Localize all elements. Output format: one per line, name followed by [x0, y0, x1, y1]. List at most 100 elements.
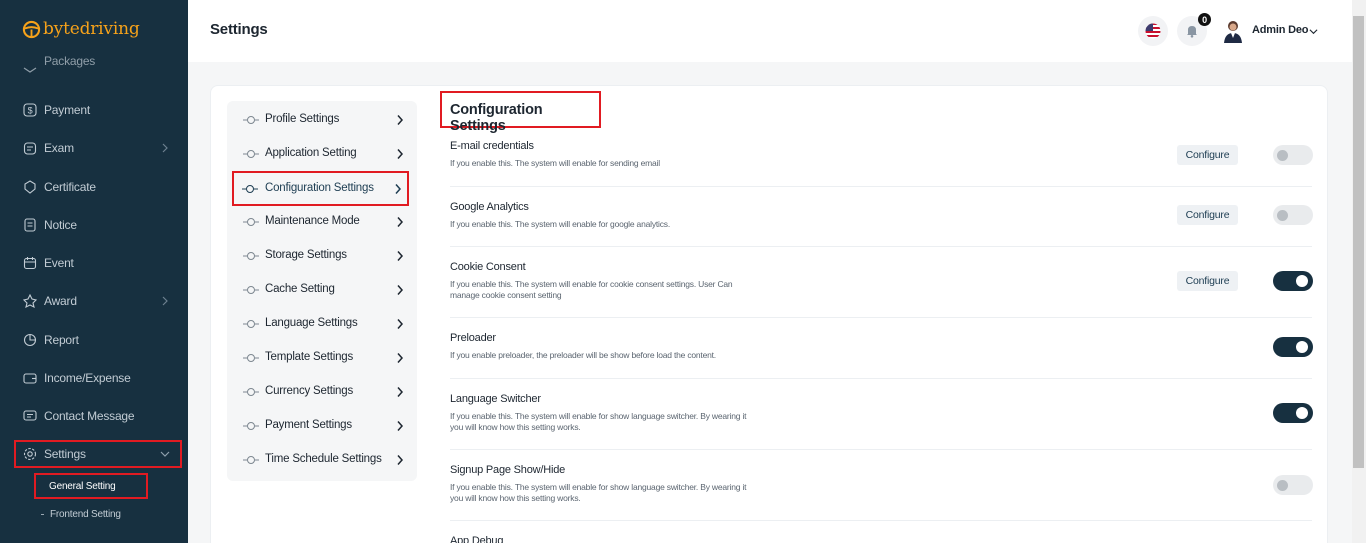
- sidebar: bytedriving Packages $ Payment Exam Cert…: [0, 0, 188, 543]
- page-scrollbar[interactable]: [1352, 0, 1366, 543]
- node-icon: [243, 456, 259, 464]
- wallet-icon: [23, 373, 37, 384]
- chevron-right-icon: [397, 455, 404, 465]
- node-icon: [243, 354, 259, 362]
- toggle-switch[interactable]: [1273, 145, 1313, 165]
- row-title: E-mail credentials: [450, 140, 534, 152]
- sidebar-item-report[interactable]: Report: [14, 326, 182, 354]
- menu-item-language-settings[interactable]: Language Settings: [227, 309, 417, 339]
- menu-item-time-schedule-settings[interactable]: Time Schedule Settings: [227, 445, 417, 475]
- toggle-switch[interactable]: [1273, 205, 1313, 225]
- sidebar-item-label: Income/Expense: [44, 371, 131, 385]
- calendar-icon: [23, 257, 37, 270]
- menu-item-storage-settings[interactable]: Storage Settings: [227, 241, 417, 271]
- sidebar-item-exam[interactable]: Exam: [14, 134, 182, 162]
- row-description: If you enable this. The system will enab…: [450, 219, 670, 229]
- sidebar-item-income-expense[interactable]: Income/Expense: [14, 364, 182, 392]
- toggle-switch[interactable]: [1273, 271, 1313, 291]
- sidebar-subitem-general-setting[interactable]: General Setting: [34, 473, 148, 499]
- menu-item-maintenance-mode[interactable]: Maintenance Mode: [227, 207, 417, 237]
- menu-item-profile-settings[interactable]: Profile Settings: [227, 105, 417, 135]
- chevron-down-icon[interactable]: [1309, 27, 1318, 36]
- row-title: Cookie Consent: [450, 261, 526, 273]
- row-title: Preloader: [450, 332, 496, 344]
- bullet-icon: [41, 513, 44, 515]
- svg-text:$: $: [28, 106, 33, 116]
- menu-item-label: Cache Setting: [265, 283, 335, 295]
- page-title: Settings: [210, 21, 268, 38]
- scrollbar-thumb[interactable]: [1353, 16, 1364, 468]
- row-description: If you enable preloader, the preloader w…: [450, 350, 716, 360]
- certificate-icon: [24, 180, 36, 194]
- row-description: If you enable this. The system will enab…: [450, 158, 660, 168]
- report-icon: [23, 333, 37, 347]
- sidebar-item-payment[interactable]: $ Payment: [14, 96, 182, 124]
- menu-item-configuration-settings[interactable]: Configuration Settings: [232, 171, 409, 206]
- menu-item-application-setting[interactable]: Application Setting: [227, 139, 417, 169]
- menu-item-currency-settings[interactable]: Currency Settings: [227, 377, 417, 407]
- sidebar-item-label: Settings: [44, 447, 86, 461]
- chevron-down-icon: [160, 451, 170, 457]
- package-icon: [23, 67, 37, 73]
- sidebar-item-notice[interactable]: Notice: [14, 211, 182, 239]
- menu-item-label: Storage Settings: [265, 249, 347, 261]
- sidebar-subitem-frontend-setting[interactable]: Frontend Setting: [41, 501, 121, 527]
- menu-item-cache-setting[interactable]: Cache Setting: [227, 275, 417, 305]
- toggle-switch[interactable]: [1273, 403, 1313, 423]
- sidebar-item-contact-message[interactable]: Contact Message: [14, 402, 182, 430]
- menu-item-label: Maintenance Mode: [265, 215, 360, 227]
- divider: [450, 317, 1312, 318]
- node-icon: [243, 116, 259, 124]
- message-icon: [23, 410, 37, 421]
- sidebar-item-packages[interactable]: Packages: [14, 54, 182, 74]
- sidebar-item-label: Payment: [44, 103, 90, 117]
- node-icon: [242, 185, 258, 193]
- row-title: App Debug: [450, 535, 504, 543]
- sidebar-subitem-label: Frontend Setting: [50, 508, 121, 520]
- node-icon: [243, 286, 259, 294]
- sidebar-item-label: Contact Message: [44, 409, 135, 423]
- toggle-switch[interactable]: [1273, 337, 1313, 357]
- sidebar-item-label: Packages: [44, 54, 96, 68]
- divider: [450, 246, 1312, 247]
- menu-item-template-settings[interactable]: Template Settings: [227, 343, 417, 373]
- chevron-right-icon: [397, 285, 404, 295]
- menu-item-label: Application Setting: [265, 147, 357, 159]
- chevron-right-icon: [397, 251, 404, 261]
- menu-item-label: Payment Settings: [265, 419, 352, 431]
- menu-item-payment-settings[interactable]: Payment Settings: [227, 411, 417, 441]
- sidebar-item-label: Event: [44, 256, 74, 270]
- toggle-switch[interactable]: [1273, 475, 1313, 495]
- app-logo[interactable]: bytedriving: [22, 16, 140, 42]
- user-name[interactable]: Admin Deo: [1252, 24, 1308, 36]
- menu-item-label: Language Settings: [265, 317, 358, 329]
- sidebar-item-award[interactable]: Award: [14, 287, 182, 315]
- configure-button[interactable]: Configure: [1177, 271, 1238, 291]
- award-icon: [23, 294, 37, 308]
- configure-button[interactable]: Configure: [1177, 145, 1238, 165]
- divider: [450, 520, 1312, 521]
- configure-button[interactable]: Configure: [1177, 205, 1238, 225]
- node-icon: [243, 422, 259, 430]
- chevron-right-icon: [397, 421, 404, 431]
- divider: [450, 449, 1312, 450]
- row-title: Language Switcher: [450, 393, 541, 405]
- sidebar-item-certificate[interactable]: Certificate: [14, 173, 182, 201]
- node-icon: [243, 388, 259, 396]
- chevron-right-icon: [397, 387, 404, 397]
- sidebar-item-label: Award: [44, 294, 77, 308]
- divider: [450, 378, 1312, 379]
- chevron-right-icon: [397, 115, 404, 125]
- node-icon: [243, 252, 259, 260]
- sidebar-item-settings[interactable]: Settings: [14, 440, 182, 468]
- menu-item-label: Currency Settings: [265, 385, 353, 397]
- steering-wheel-icon: [22, 20, 41, 38]
- exam-icon: [23, 142, 37, 155]
- configuration-settings-title: Configuration Settings: [440, 91, 601, 134]
- menu-item-label: Template Settings: [265, 351, 354, 363]
- sidebar-item-label: Report: [44, 333, 79, 347]
- dollar-icon: $: [23, 103, 37, 117]
- sidebar-item-event[interactable]: Event: [14, 249, 182, 277]
- language-switcher[interactable]: [1138, 16, 1168, 46]
- avatar[interactable]: [1222, 19, 1244, 43]
